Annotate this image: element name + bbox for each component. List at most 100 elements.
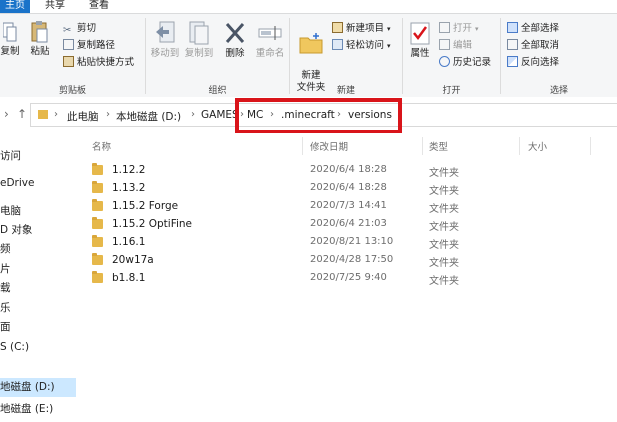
table-row[interactable]: 20w17a 2020/4/28 17:50 文件夹 (92, 252, 617, 271)
paste-label: 粘贴 (30, 46, 50, 57)
nav-item-quick-access[interactable]: 访问 (0, 147, 21, 166)
invert-selection-icon (507, 56, 518, 67)
nav-item-drive-d[interactable]: 地磁盘 (D:) (0, 378, 76, 397)
move-to-button[interactable]: 移动到 (148, 20, 182, 60)
nav-item-onedrive[interactable]: eDrive (0, 174, 34, 193)
open-button[interactable]: 打开 ▾ (439, 22, 479, 36)
new-group: 新建 文件夹 新建项目 ▾ 轻松访问 ▾ 新建 (290, 14, 402, 98)
file-type: 文件夹 (429, 276, 459, 287)
nav-item-pictures[interactable]: 片 (0, 260, 11, 279)
nav-item-this-pc[interactable]: 电脑 (0, 202, 21, 221)
tab-home[interactable]: 主页 (0, 0, 30, 13)
delete-x-icon (225, 23, 245, 43)
history-label: 历史记录 (453, 57, 492, 68)
dropdown-arrow-icon: ▾ (387, 42, 391, 50)
column-divider[interactable] (302, 137, 303, 155)
folder-icon (92, 217, 103, 229)
scissors-icon: ✂ (63, 25, 72, 36)
invert-selection-button[interactable]: 反向选择 (507, 56, 559, 70)
cut-button[interactable]: ✂ 剪切 (63, 22, 96, 36)
file-date: 2020/6/4 18:28 (310, 164, 387, 175)
move-to-icon (156, 21, 175, 43)
open-group-label: 打开 (442, 86, 461, 96)
file-type: 文件夹 (429, 204, 459, 215)
paste-shortcut-icon (63, 56, 74, 67)
crumb-games[interactable]: GAMES (201, 109, 239, 121)
file-list: 名称 修改日期 类型 大小 1.12.2 2020/6/4 18:28 文件夹 … (76, 133, 617, 422)
history-button[interactable]: 历史记录 (439, 56, 491, 70)
file-type: 文件夹 (429, 222, 459, 233)
column-header-name[interactable]: 名称 (92, 139, 111, 153)
table-row[interactable]: b1.8.1 2020/7/25 9:40 文件夹 (92, 270, 617, 289)
chevron-right-icon[interactable]: › (106, 109, 110, 120)
select-group-label: 选择 (549, 86, 568, 96)
table-row[interactable]: 1.15.2 Forge 2020/7/3 14:41 文件夹 (92, 198, 617, 217)
column-header-date[interactable]: 修改日期 (310, 139, 348, 153)
nav-item-drive-e[interactable]: 地磁盘 (E:) (0, 400, 53, 419)
ribbon: 复制 粘贴 ✂ 剪切 复制路径 粘贴快捷方式 剪贴板 移动到 复制到 删除 重命… (0, 13, 617, 99)
file-name: 20w17a (112, 254, 154, 266)
rename-button[interactable]: 重命名 (252, 20, 288, 60)
file-date: 2020/7/25 9:40 (310, 272, 387, 283)
file-date: 2020/8/21 13:10 (310, 236, 394, 247)
properties-label: 属性 (410, 48, 430, 59)
select-none-button[interactable]: 全部取消 (507, 39, 559, 53)
clipboard-group: 复制 粘贴 ✂ 剪切 复制路径 粘贴快捷方式 剪贴板 (0, 14, 145, 98)
open-icon (439, 22, 450, 33)
paste-shortcut-label: 粘贴快捷方式 (77, 57, 135, 68)
chevron-right-icon[interactable]: › (54, 109, 58, 120)
folder-icon (92, 271, 103, 283)
properties-button[interactable]: 属性 (406, 20, 434, 60)
cut-label: 剪切 (77, 23, 97, 34)
new-group-label: 新建 (336, 86, 355, 96)
nav-item-desktop[interactable]: 面 (0, 318, 11, 337)
new-item-button[interactable]: 新建项目 ▾ (332, 22, 391, 36)
copy-icon (3, 22, 17, 42)
file-name: b1.8.1 (112, 272, 146, 284)
copy-to-button[interactable]: 复制到 (182, 20, 216, 60)
nav-item-downloads[interactable]: 载 (0, 279, 11, 298)
table-row[interactable]: 1.16.1 2020/8/21 13:10 文件夹 (92, 234, 617, 253)
edit-label: 编辑 (453, 40, 473, 51)
edit-button[interactable]: 编辑 (439, 39, 472, 53)
organize-group-label: 组织 (208, 86, 227, 96)
nav-item-drive-c[interactable]: S (C:) (0, 338, 29, 357)
folder-icon (92, 253, 103, 265)
copy-button[interactable]: 复制 (0, 20, 20, 58)
up-arrow-icon[interactable]: ↑ (17, 107, 27, 121)
nav-item-3d-objects[interactable]: D 对象 (0, 221, 32, 240)
easy-access-button[interactable]: 轻松访问 ▾ (332, 39, 391, 53)
folder-icon (92, 235, 103, 247)
tab-share[interactable]: 共享 (45, 0, 65, 13)
organize-group: 移动到 复制到 删除 重命名 组织 (146, 14, 289, 98)
file-date: 2020/4/28 17:50 (310, 254, 394, 265)
history-icon (439, 56, 450, 67)
column-divider[interactable] (590, 137, 591, 155)
red-highlight-box (235, 98, 402, 134)
chevron-right-icon[interactable]: › (4, 107, 9, 121)
folder-icon (92, 199, 103, 211)
properties-icon (410, 22, 430, 45)
paste-button[interactable]: 粘贴 (28, 20, 52, 58)
table-row[interactable]: 1.15.2 OptiFine 2020/6/4 21:03 文件夹 (92, 216, 617, 235)
select-all-button[interactable]: 全部选择 (507, 22, 559, 36)
delete-button[interactable]: 删除 (220, 20, 250, 60)
crumb-drive-d[interactable]: 本地磁盘 (D:) (116, 109, 181, 124)
column-divider[interactable] (422, 137, 423, 155)
nav-item-music[interactable]: 乐 (0, 299, 11, 318)
file-name: 1.12.2 (112, 164, 146, 176)
nav-item-videos[interactable]: 频 (0, 240, 11, 259)
paste-shortcut-button[interactable]: 粘贴快捷方式 (63, 56, 134, 70)
file-name: 1.13.2 (112, 182, 146, 194)
chevron-right-icon[interactable]: › (191, 109, 195, 120)
column-divider[interactable] (519, 137, 520, 155)
file-name: 1.16.1 (112, 236, 146, 248)
file-date: 2020/7/3 14:41 (310, 200, 387, 211)
crumb-this-pc[interactable]: 此电脑 (67, 109, 99, 124)
column-header-type[interactable]: 类型 (429, 139, 448, 153)
table-row[interactable]: 1.12.2 2020/6/4 18:28 文件夹 (92, 162, 617, 181)
column-header-size[interactable]: 大小 (528, 139, 547, 153)
table-row[interactable]: 1.13.2 2020/6/4 18:28 文件夹 (92, 180, 617, 199)
tab-view[interactable]: 查看 (89, 0, 109, 13)
copy-path-button[interactable]: 复制路径 (63, 39, 115, 53)
